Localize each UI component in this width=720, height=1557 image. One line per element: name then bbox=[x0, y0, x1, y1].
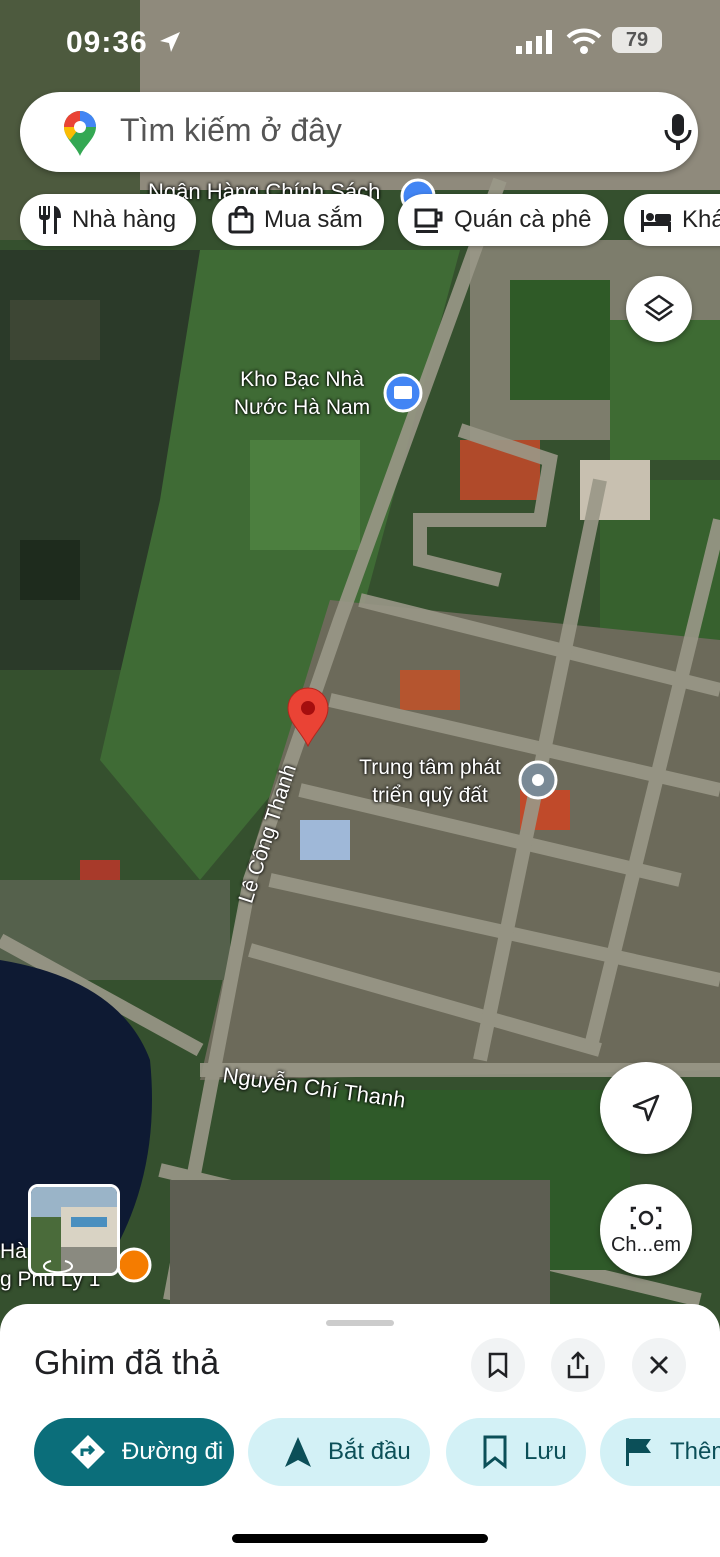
treasury-label-line2: Nước Hà Nam bbox=[233, 396, 371, 419]
chip-cafes-label: Quán cà phê bbox=[454, 206, 592, 233]
layers-button[interactable] bbox=[626, 276, 692, 342]
search-bar[interactable]: Tìm kiếm ở đây bbox=[20, 92, 698, 172]
bed-icon bbox=[641, 210, 671, 232]
directions-icon bbox=[71, 1435, 105, 1469]
add-label-label: Thêm nhãn bbox=[670, 1438, 720, 1465]
treasury-label[interactable]: Kho Bạc Nhà Nước Hà Nam bbox=[224, 366, 380, 422]
start-label: Bắt đầu bbox=[328, 1438, 411, 1465]
status-bar: 09:36 79 bbox=[0, 0, 720, 84]
chip-shopping[interactable]: Mua sắm bbox=[212, 194, 384, 246]
dropped-pin-sheet: Ghim đã thả Đường đi Bắt đầu Lưu Thêm nh… bbox=[0, 1304, 720, 1557]
wifi-icon bbox=[566, 28, 602, 54]
google-maps-logo-icon bbox=[64, 111, 96, 156]
save-button[interactable]: Lưu bbox=[446, 1418, 586, 1486]
close-icon bbox=[650, 1356, 668, 1374]
add-label-button[interactable]: Thêm nhãn bbox=[600, 1418, 720, 1486]
share-icon bbox=[567, 1351, 589, 1379]
camera-lens-icon bbox=[630, 1206, 662, 1229]
cellular-signal-icon bbox=[516, 30, 552, 54]
close-button[interactable] bbox=[632, 1338, 686, 1392]
flag-icon bbox=[626, 1438, 651, 1466]
sheet-title: Ghim đã thả bbox=[34, 1344, 220, 1382]
land-center-label[interactable]: Trung tâm phát triển quỹ đất bbox=[344, 754, 516, 810]
location-arrow-icon bbox=[160, 32, 180, 52]
chip-cafes[interactable]: Quán cà phê bbox=[398, 194, 608, 246]
chip-shopping-label: Mua sắm bbox=[264, 206, 363, 233]
shopping-bag-icon bbox=[228, 206, 254, 234]
directions-button[interactable]: Đường đi bbox=[34, 1418, 234, 1486]
chip-hotels-label: Khách sạn bbox=[682, 206, 720, 233]
chip-hotels[interactable]: Khách sạn bbox=[624, 194, 720, 246]
bookmark-outline-icon bbox=[488, 1352, 508, 1378]
search-input[interactable]: Tìm kiếm ở đây bbox=[120, 112, 342, 149]
fork-knife-icon bbox=[39, 206, 61, 234]
treasury-label-line1: Kho Bạc Nhà bbox=[240, 368, 364, 391]
directions-label: Đường đi bbox=[122, 1438, 224, 1465]
navigation-icon bbox=[285, 1437, 311, 1467]
share-button[interactable] bbox=[551, 1338, 605, 1392]
start-button[interactable]: Bắt đầu bbox=[248, 1418, 430, 1486]
battery-indicator: 79 bbox=[612, 27, 662, 53]
save-icon-button[interactable] bbox=[471, 1338, 525, 1392]
layers-icon bbox=[643, 294, 675, 322]
home-indicator[interactable] bbox=[232, 1534, 488, 1543]
land-center-label-line1: Trung tâm phát bbox=[359, 756, 501, 779]
bookmark-icon bbox=[483, 1435, 507, 1469]
save-label: Lưu bbox=[524, 1438, 567, 1465]
chip-restaurants-label: Nhà hàng bbox=[72, 206, 177, 233]
status-time: 09:36 bbox=[66, 26, 148, 59]
category-chips: Nhà hàng Mua sắm Quán cà phê Khách sạn bbox=[0, 194, 720, 248]
lens-button[interactable]: Ch...em bbox=[600, 1184, 692, 1276]
coffee-cup-icon bbox=[414, 208, 443, 233]
land-center-label-line2: triển quỹ đất bbox=[372, 784, 488, 807]
street-view-image bbox=[31, 1187, 117, 1273]
lens-label: Ch...em bbox=[610, 1233, 682, 1256]
chip-restaurants[interactable]: Nhà hàng bbox=[20, 194, 196, 246]
my-location-button[interactable] bbox=[600, 1062, 692, 1154]
microphone-icon[interactable] bbox=[662, 112, 694, 152]
drag-handle[interactable] bbox=[326, 1320, 394, 1326]
street-view-thumbnail[interactable] bbox=[28, 1184, 120, 1276]
navigation-arrow-icon bbox=[632, 1094, 660, 1122]
